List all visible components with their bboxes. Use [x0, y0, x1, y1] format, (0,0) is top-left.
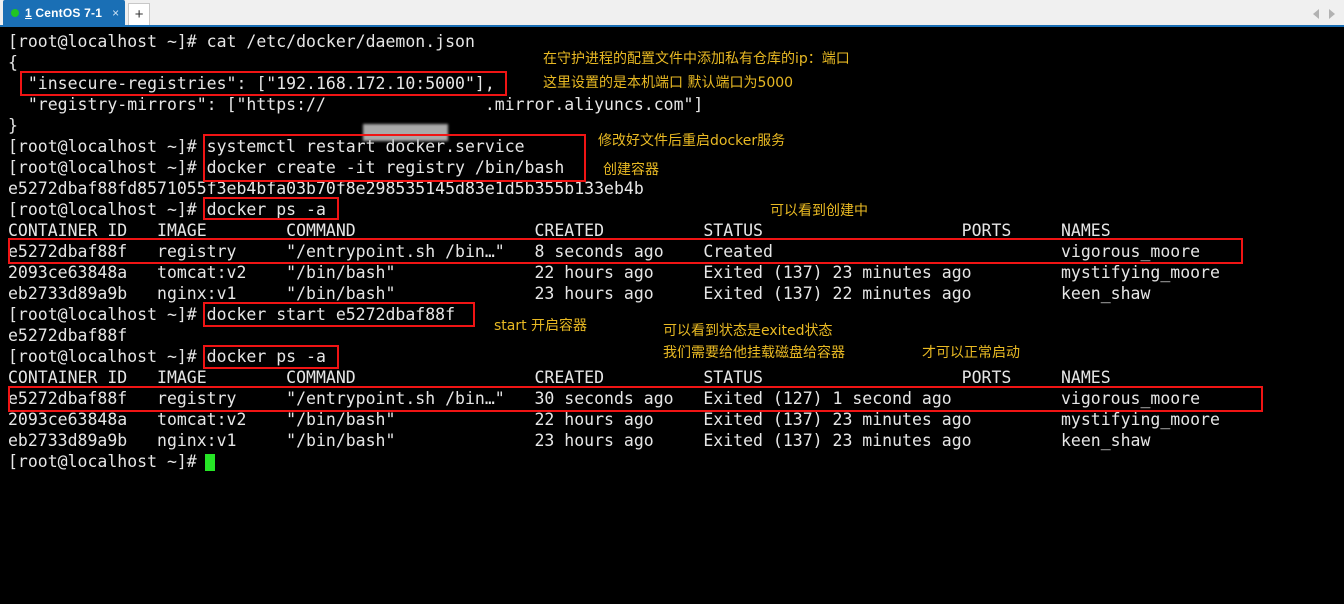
- annotation-text: 这里设置的是本机端口 默认端口为5000: [543, 75, 794, 91]
- chevron-right-icon[interactable]: [1325, 7, 1338, 21]
- table-row: 2093ce63848a tomcat:v2 "/bin/bash" 22 ho…: [8, 410, 1220, 429]
- tab-title: CentOS 7-1: [31, 5, 103, 20]
- annotation-text: 创建容器: [603, 162, 659, 178]
- tab-status-dot: [11, 8, 19, 17]
- terminal-line: [root@localhost ~]# cat /etc/docker/daem…: [8, 32, 475, 51]
- terminal-line: [root@localhost ~]# docker ps -a: [8, 200, 326, 219]
- terminal-window: 1 CentOS 7-1 × + [root@localhost ~]# cat…: [0, 0, 1344, 604]
- terminal-line: {: [8, 53, 18, 72]
- table-row: eb2733d89a9b nginx:v1 "/bin/bash" 23 hou…: [8, 431, 1151, 450]
- terminal-line: [root@localhost ~]# docker create -it re…: [8, 158, 565, 177]
- tab-nav-controls: [1310, 7, 1338, 21]
- table-row: eb2733d89a9b nginx:v1 "/bin/bash" 23 hou…: [8, 284, 1151, 303]
- annotation-text: 在守护进程的配置文件中添加私有仓库的ip：端口: [543, 51, 850, 67]
- redaction-blur: [363, 124, 448, 141]
- chevron-left-icon[interactable]: [1310, 7, 1323, 21]
- tab-bar: 1 CentOS 7-1 × +: [0, 0, 1344, 27]
- table-header-row: CONTAINER ID IMAGE COMMAND CREATED STATU…: [8, 221, 1111, 240]
- annotation-text: start 开启容器: [494, 318, 588, 334]
- table-row: e5272dbaf88f registry "/entrypoint.sh /b…: [8, 242, 1201, 261]
- annotation-text: 可以看到创建中: [770, 203, 868, 219]
- annotation-text: 修改好文件后重启docker服务: [598, 133, 786, 149]
- terminal-line: "insecure-registries": ["192.168.172.10:…: [8, 74, 495, 93]
- table-header-row: CONTAINER ID IMAGE COMMAND CREATED STATU…: [8, 368, 1111, 387]
- terminal-prompt-line: [root@localhost ~]#: [8, 452, 207, 471]
- close-icon[interactable]: ×: [112, 7, 119, 19]
- terminal-line: e5272dbaf88fd8571055f3eb4bfa03b70f8e2985…: [8, 179, 644, 198]
- new-tab-button[interactable]: +: [128, 3, 151, 25]
- annotation-text: 我们需要给他挂载磁盘给容器: [663, 345, 845, 361]
- tab-label: 1 CentOS 7-1: [25, 6, 102, 20]
- terminal-line: }: [8, 116, 18, 135]
- terminal-line: e5272dbaf88f: [8, 326, 128, 345]
- terminal-line: "registry-mirrors": ["https:// .mirror.a…: [8, 95, 704, 114]
- annotation-text: 才可以正常启动: [922, 345, 1020, 361]
- annotation-text: 可以看到状态是exited状态: [663, 323, 833, 339]
- table-row: 2093ce63848a tomcat:v2 "/bin/bash" 22 ho…: [8, 263, 1220, 282]
- terminal-cursor: [205, 454, 215, 471]
- terminal-line: [root@localhost ~]# docker ps -a: [8, 347, 326, 366]
- terminal-line: [root@localhost ~]# docker start e5272db…: [8, 305, 456, 324]
- table-row: e5272dbaf88f registry "/entrypoint.sh /b…: [8, 389, 1201, 408]
- tab-index: 1: [25, 5, 32, 20]
- terminal-output-area[interactable]: [root@localhost ~]# cat /etc/docker/daem…: [0, 27, 1344, 604]
- tab-centos-7-1[interactable]: 1 CentOS 7-1 ×: [3, 0, 126, 25]
- terminal-lines: [root@localhost ~]# cat /etc/docker/daem…: [0, 27, 1344, 604]
